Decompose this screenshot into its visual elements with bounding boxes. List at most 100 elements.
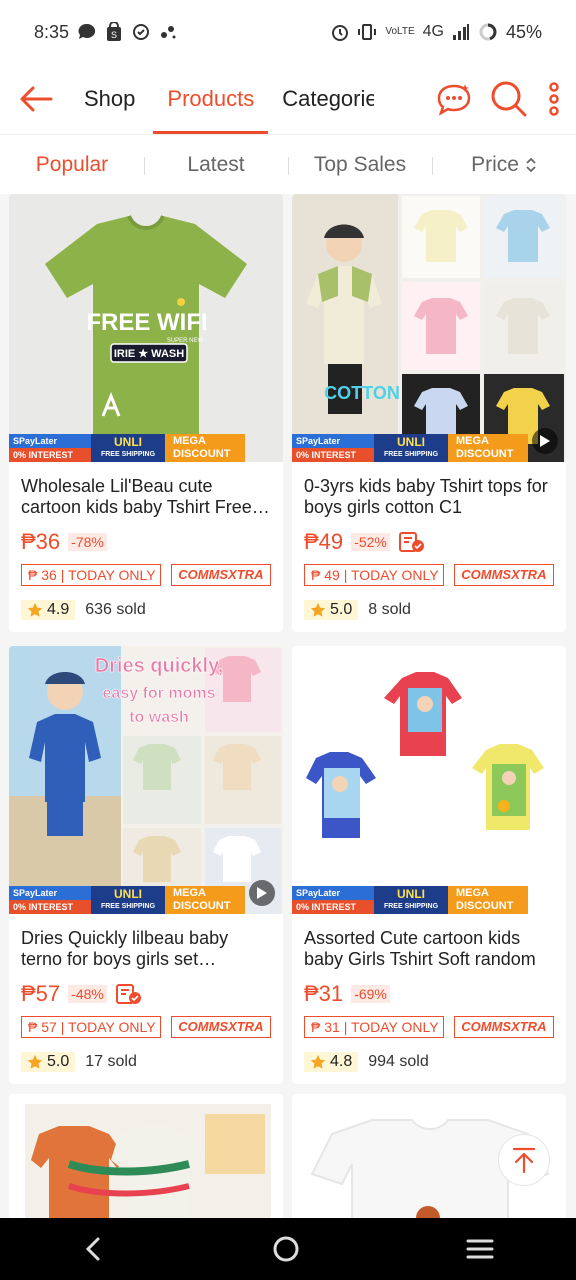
spaylater-badge: SPayLater 0% INTEREST bbox=[292, 886, 374, 914]
product-card[interactable]: COTTON SPayLater 0% INTEREST UNLI FREE SHI… bbox=[292, 194, 566, 632]
img-text-towash: to wash bbox=[129, 709, 189, 726]
img-text-iriewash: IRIE ★ WASH bbox=[114, 348, 184, 360]
mega-text: MEGA bbox=[173, 887, 206, 899]
system-nav-bar bbox=[0, 1218, 576, 1280]
today-only-chip: ₱ 49 | TODAY ONLY bbox=[304, 564, 444, 586]
commsxtra-chip: COMMSXTRA bbox=[170, 564, 271, 586]
play-icon[interactable] bbox=[532, 428, 558, 454]
shop-bag-icon: S bbox=[107, 22, 122, 41]
app-bar: Shop Products Categories bbox=[0, 64, 576, 134]
message-icon bbox=[78, 23, 96, 39]
more-icon[interactable] bbox=[546, 81, 562, 117]
nav-home-icon[interactable] bbox=[271, 1234, 301, 1264]
unli-text: UNLI bbox=[114, 887, 142, 901]
interest-text: 0% INTEREST bbox=[296, 902, 357, 912]
sort-popular[interactable]: Popular bbox=[0, 153, 144, 177]
product-price: ₱57 bbox=[21, 981, 61, 1006]
discount-badge: -69% bbox=[351, 985, 390, 1003]
spaylater-text: SPayLater bbox=[296, 888, 341, 898]
mega-badge: MEGA DISCOUNT bbox=[165, 886, 245, 914]
sort-top-sales-label: Top Sales bbox=[313, 152, 407, 176]
unli-badge: UNLI FREE SHIPPING bbox=[374, 886, 448, 914]
product-price: ₱49 bbox=[304, 529, 344, 554]
green-tshirt-image: FREE WIFI SUPER NEW IRIE ★ WASH bbox=[45, 215, 247, 434]
product-image: FREE WIFI SUPER NEW IRIE ★ WASH SPayLate… bbox=[9, 194, 283, 462]
product-image: Dries quickly, easy for moms to wash SPa… bbox=[9, 646, 283, 914]
nav-recents-icon[interactable] bbox=[466, 1237, 494, 1261]
spaylater-badge: SPayLater 0% INTEREST bbox=[292, 434, 374, 462]
search-icon[interactable] bbox=[490, 80, 528, 118]
svg-text:S: S bbox=[111, 30, 117, 40]
unli-text: UNLI bbox=[114, 435, 142, 449]
product-card[interactable]: FREE WIFI SUPER NEW IRIE ★ WASH SPayLate… bbox=[9, 194, 283, 632]
sort-latest[interactable]: Latest bbox=[144, 153, 288, 177]
free-ship-text: FREE SHIPPING bbox=[383, 451, 439, 458]
commsxtra-chip: COMMSXTRA bbox=[453, 1016, 554, 1038]
mega-badge: MEGA DISCOUNT bbox=[165, 434, 245, 462]
rating-value: 5.0 bbox=[47, 1053, 70, 1070]
sort-price[interactable]: Price bbox=[432, 153, 576, 177]
chat-icon[interactable] bbox=[436, 82, 472, 116]
discount-badge: -52% bbox=[351, 533, 390, 551]
promo-banner: SPayLater 0% INTEREST UNLI FREE SHIPPING M… bbox=[292, 886, 528, 914]
spaylater-text: SPayLater bbox=[13, 436, 58, 446]
product-card[interactable]: SPayLater 0% INTEREST UNLI FREE SHIPPING M… bbox=[292, 646, 566, 1084]
battery-percent: 45% bbox=[505, 21, 542, 42]
status-bar: 8:35 S VoLTE 4G 45% bbox=[0, 0, 576, 64]
product-card-partial[interactable] bbox=[9, 1094, 283, 1218]
sort-price-label: Price bbox=[471, 152, 519, 176]
mega-badge: MEGA DISCOUNT bbox=[448, 434, 528, 462]
unli-badge: UNLI FREE SHIPPING bbox=[91, 434, 165, 462]
sold-count: 994 sold bbox=[368, 1053, 429, 1070]
battery-ring-icon bbox=[479, 23, 497, 41]
nav-back-icon[interactable] bbox=[82, 1235, 106, 1263]
discount-text: DISCOUNT bbox=[456, 900, 514, 912]
discount-text: DISCOUNT bbox=[173, 448, 231, 460]
unli-text: UNLI bbox=[397, 435, 425, 449]
product-image: COTTON SPayLater 0% INTEREST UNLI FREE SHI… bbox=[292, 194, 566, 462]
promo-banner: SPayLater 0% INTEREST UNLI FREE SHIPPING M… bbox=[9, 434, 245, 462]
free-ship-text: FREE SHIPPING bbox=[383, 903, 439, 910]
rating-badge: 5.0 bbox=[21, 1052, 76, 1072]
back-to-top-button[interactable] bbox=[498, 1134, 550, 1186]
sort-top-sales[interactable]: Top Sales bbox=[288, 153, 432, 177]
sold-count: 636 sold bbox=[85, 601, 146, 618]
img-text-easy: easy for moms bbox=[103, 685, 216, 702]
rating-value: 4.8 bbox=[330, 1053, 353, 1070]
back-button[interactable] bbox=[0, 64, 72, 134]
settings-dots-icon bbox=[161, 26, 176, 39]
product-grid: FREE WIFI SUPER NEW IRIE ★ WASH SPayLate… bbox=[0, 194, 576, 1218]
unli-text: UNLI bbox=[397, 887, 425, 901]
tab-shop[interactable]: Shop bbox=[72, 64, 147, 134]
spaylater-icon bbox=[115, 984, 141, 1004]
spaylater-badge: SPayLater 0% INTEREST bbox=[9, 434, 91, 462]
mega-text: MEGA bbox=[456, 435, 489, 447]
unli-badge: UNLI FREE SHIPPING bbox=[91, 886, 165, 914]
tab-products[interactable]: Products bbox=[153, 64, 269, 134]
app-actions bbox=[430, 64, 562, 134]
star-icon bbox=[27, 603, 43, 617]
sort-bar: Popular Latest Top Sales Price bbox=[0, 134, 576, 194]
spaylater-badge: SPayLater 0% INTEREST bbox=[9, 886, 91, 914]
product-title: Wholesale Lil'Beau cute cartoon kids bab… bbox=[21, 476, 252, 517]
commsxtra-chip: COMMSXTRA bbox=[170, 1016, 271, 1038]
product-price: ₱31 bbox=[304, 981, 344, 1006]
kids-tshirt-collage-image: COTTON bbox=[292, 194, 564, 462]
today-only-chip: ₱ 57 | TODAY ONLY bbox=[21, 1016, 161, 1038]
tab-categories[interactable]: Categories bbox=[270, 64, 374, 134]
img-text-supernew: SUPER NEW bbox=[167, 338, 204, 344]
product-card[interactable]: Dries quickly, easy for moms to wash SPa… bbox=[9, 646, 283, 1084]
unli-badge: UNLI FREE SHIPPING bbox=[374, 434, 448, 462]
discount-text: DISCOUNT bbox=[456, 448, 514, 460]
cartoon-tshirts-image bbox=[306, 672, 544, 838]
promo-banner: SPayLater 0% INTEREST UNLI FREE SHIPPING M… bbox=[9, 886, 245, 914]
discount-badge: -78% bbox=[68, 533, 107, 551]
sold-count: 17 sold bbox=[85, 1053, 137, 1070]
alarm-icon bbox=[332, 25, 349, 41]
back-to-top-icon bbox=[512, 1147, 536, 1174]
play-icon[interactable] bbox=[249, 880, 275, 906]
discount-text: DISCOUNT bbox=[173, 900, 231, 912]
today-only-chip: ₱ 36 | TODAY ONLY bbox=[21, 564, 161, 586]
img-text-cotton: COTTON bbox=[324, 383, 400, 403]
mega-badge: MEGA DISCOUNT bbox=[448, 886, 528, 914]
